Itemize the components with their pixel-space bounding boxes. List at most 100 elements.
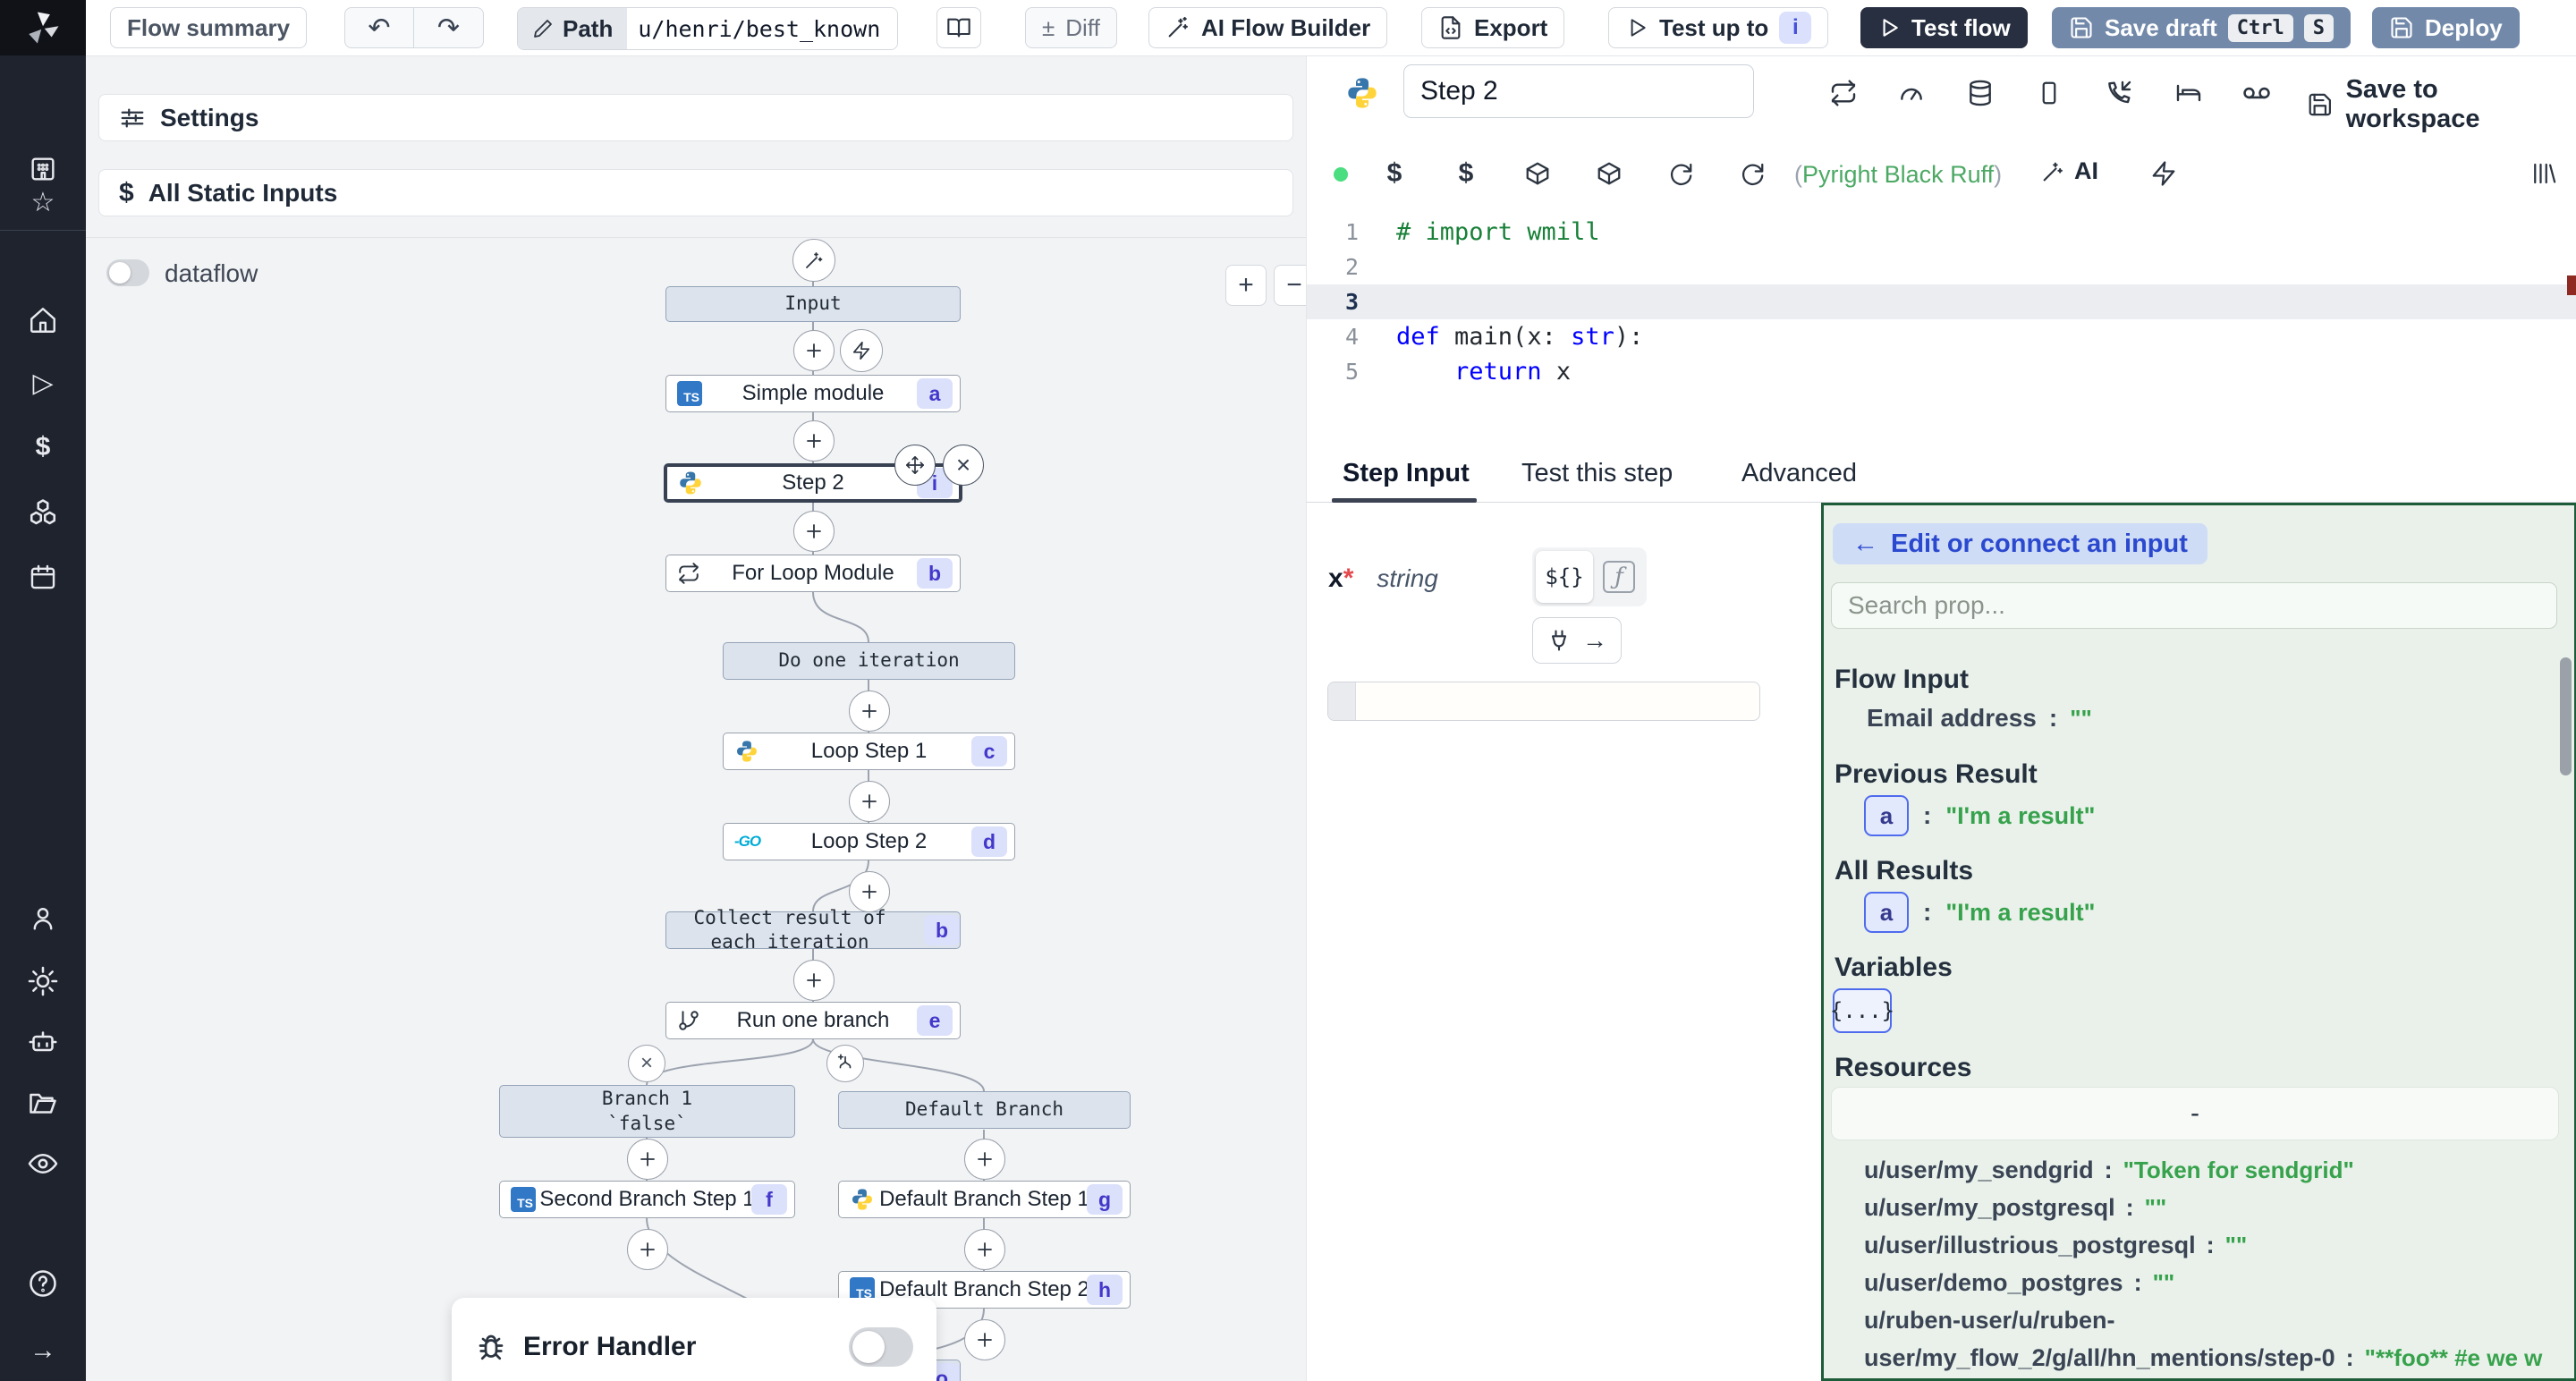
resource-row[interactable]: u/ruben-user/u/ruben-user/my_flow_2/g/al… [1864, 1301, 2555, 1381]
node-second-branch-step-1[interactable]: TS Second Branch Step 1 f [499, 1181, 795, 1218]
test-flow-button[interactable]: Test flow [1860, 7, 2028, 48]
connect-input-button[interactable]: → [1532, 617, 1622, 664]
delete-step-button[interactable]: × [943, 445, 984, 486]
prop-search-input[interactable] [1831, 582, 2557, 629]
audit-eye-icon[interactable] [23, 1144, 63, 1183]
home-icon[interactable] [23, 301, 63, 340]
resource-row[interactable]: u/user/my_postgresql:"" [1864, 1189, 2555, 1226]
schedules-calendar-icon[interactable] [23, 557, 63, 597]
diff-button[interactable]: ±Diff [1025, 7, 1117, 48]
node-default-branch[interactable]: Default Branch [838, 1091, 1131, 1129]
variables-icon[interactable]: $ [23, 428, 63, 467]
retries-icon[interactable] [1826, 75, 1861, 111]
node-default-branch-step-1[interactable]: Default Branch Step 1 g [838, 1181, 1131, 1218]
node-loop-step-1[interactable]: Loop Step 1 c [723, 733, 1015, 770]
code-editor[interactable]: 1# import wmill234def main(x: str):5 ret… [1307, 215, 2576, 449]
ai-flow-builder-button[interactable]: AI Flow Builder [1148, 7, 1387, 48]
insert-step-button[interactable] [849, 871, 890, 912]
insert-step-button[interactable] [627, 1139, 668, 1180]
function-mode-button[interactable]: ƒ [1598, 556, 1640, 597]
variables-object-badge[interactable]: {...} [1833, 988, 1892, 1033]
path-input[interactable]: u/henri/best_known [627, 8, 897, 49]
favorites-star-icon[interactable]: ☆ [23, 182, 63, 222]
node-for-loop-module[interactable]: For Loop Module b [665, 555, 961, 592]
node-run-one-branch[interactable]: Run one branch e [665, 1002, 961, 1039]
ai-gen-button[interactable]: AI [2040, 157, 2098, 185]
edit-or-connect-back-button[interactable]: ← Edit or connect an input [1833, 523, 2207, 564]
flow-canvas[interactable]: Settings $ All Static Inputs dataflow + … [86, 55, 1306, 1381]
insert-step-button[interactable] [793, 420, 835, 462]
user-icon[interactable] [23, 899, 63, 938]
error-handler-toggle[interactable] [849, 1327, 913, 1367]
tab-step-input[interactable]: Step Input [1343, 459, 1470, 488]
all-results-entry[interactable]: a:"I'm a result" [1864, 892, 2095, 933]
resources-icon[interactable] [23, 493, 63, 532]
bolt-icon[interactable] [2146, 156, 2182, 191]
insert-step-button[interactable] [964, 1319, 1005, 1360]
add-branch-button[interactable] [826, 1045, 864, 1082]
zoom-in-button[interactable]: + [1225, 265, 1267, 306]
insert-step-button[interactable] [964, 1139, 1005, 1180]
previous-result-entry[interactable]: a:"I'm a result" [1864, 795, 2095, 836]
windmill-logo[interactable] [0, 0, 86, 55]
resource-row[interactable]: u/user/illustrious_postgresql:"" [1864, 1226, 2555, 1264]
concurrency-icon[interactable] [2031, 75, 2067, 111]
package-icon[interactable] [1520, 156, 1555, 191]
save-to-workspace-button[interactable]: Save to workspace [2307, 75, 2576, 134]
package-icon[interactable] [1591, 156, 1627, 191]
node-loop-step-2[interactable]: -GO Loop Step 2 d [723, 823, 1015, 860]
insert-step-button[interactable] [793, 960, 835, 1001]
cache-database-icon[interactable] [1962, 75, 1998, 111]
help-icon[interactable] [23, 1264, 63, 1303]
variables-dollar-button[interactable]: $ [1377, 156, 1412, 191]
zoom-out-button[interactable]: − [1274, 265, 1306, 306]
arg-value-input[interactable] [1327, 682, 1760, 721]
path-field[interactable]: Path u/henri/best_known [517, 7, 898, 50]
insert-step-button[interactable] [793, 330, 835, 371]
remove-branch-button[interactable]: × [628, 1045, 665, 1082]
node-simple-module[interactable]: TS Simple module a [665, 375, 961, 412]
resources-dollar-button[interactable]: $ [1448, 156, 1484, 191]
resource-row[interactable]: u/user/my_sendgrid:"Token for sendgrid" [1864, 1151, 2555, 1189]
redo-button[interactable]: ↷ [414, 7, 484, 48]
variables-heading: Variables [1835, 953, 1953, 983]
runs-icon[interactable]: ▷ [23, 363, 63, 402]
export-button[interactable]: Export [1421, 7, 1564, 48]
settings-gear-icon[interactable] [23, 962, 63, 1001]
connect-panel-scrollbar[interactable] [2560, 657, 2572, 775]
flow-input-entry[interactable]: Email address:"" [1867, 704, 2092, 733]
sleep-icon[interactable] [2171, 75, 2207, 111]
save-draft-button[interactable]: Save draft Ctrl S [2052, 7, 2351, 48]
step-name-input[interactable] [1403, 64, 1754, 118]
insert-step-button[interactable] [793, 511, 835, 552]
node-branch-1[interactable]: Branch 1`false` [499, 1085, 795, 1138]
deploy-button[interactable]: Deploy [2372, 7, 2520, 48]
mock-voicemail-icon[interactable] [2239, 75, 2275, 111]
suspend-phone-icon[interactable] [2101, 75, 2137, 111]
node-collect-result[interactable]: Collect result of each iteration b [665, 911, 961, 949]
test-up-to-button[interactable]: Test up to i [1608, 7, 1828, 48]
undo-button[interactable]: ↶ [344, 7, 414, 48]
dataflow-wand-button[interactable] [792, 239, 835, 282]
insert-step-button[interactable] [627, 1229, 668, 1270]
move-step-handle[interactable] [894, 445, 936, 486]
reload-icon[interactable] [1663, 156, 1699, 191]
node-do-one-iteration[interactable]: Do one iteration [723, 642, 1015, 680]
trigger-bolt-button[interactable] [840, 329, 883, 372]
early-stop-gauge-icon[interactable] [1894, 75, 1929, 111]
flow-summary-button[interactable]: Flow summary [110, 7, 307, 48]
template-mode-button[interactable]: ${} [1536, 551, 1593, 603]
insert-step-button[interactable] [849, 781, 890, 822]
resource-row[interactable]: u/user/demo_postgres:"" [1864, 1264, 2555, 1301]
library-icon[interactable] [2525, 156, 2561, 191]
workers-robot-icon[interactable] [23, 1022, 63, 1062]
node-input[interactable]: Input [665, 286, 961, 322]
collapse-arrow-icon[interactable]: → [23, 1331, 63, 1370]
folders-icon[interactable] [23, 1083, 63, 1123]
tab-advanced[interactable]: Advanced [1741, 459, 1857, 488]
tab-test-this-step[interactable]: Test this step [1521, 459, 1673, 488]
insert-step-button[interactable] [964, 1229, 1005, 1270]
reload-icon[interactable] [1734, 156, 1770, 191]
insert-step-button[interactable] [849, 690, 890, 732]
docs-book-button[interactable] [936, 7, 981, 48]
